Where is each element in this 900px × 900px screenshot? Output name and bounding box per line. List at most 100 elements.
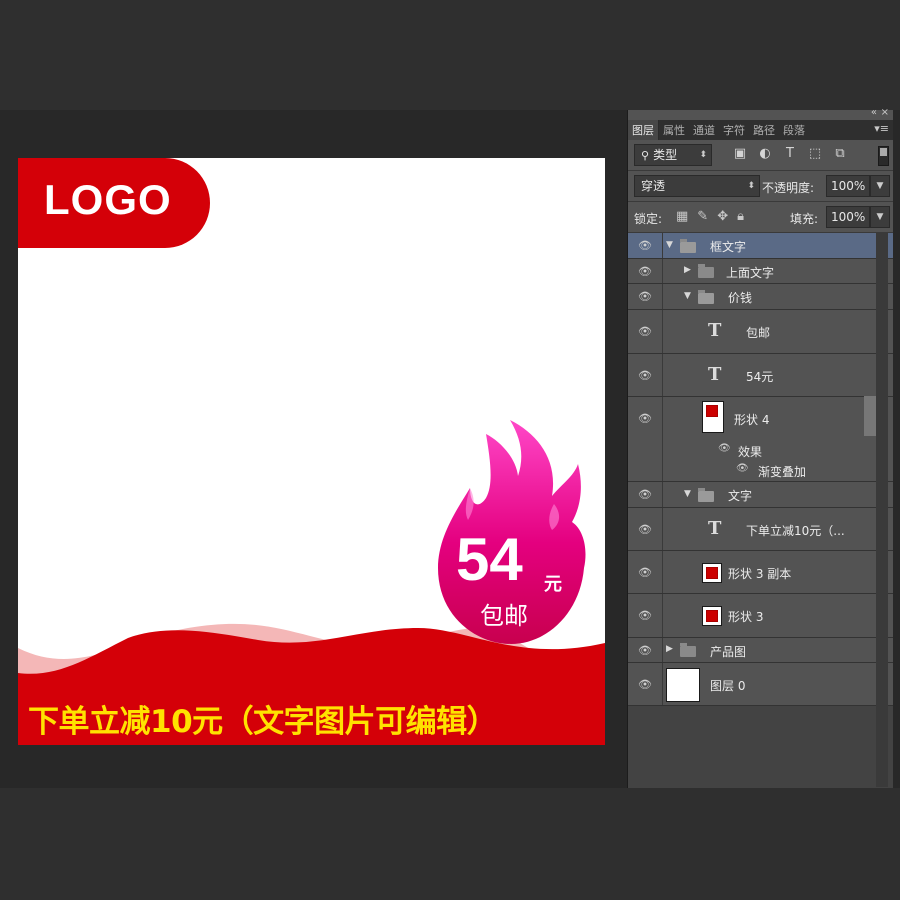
layer-name: 形状 4 <box>734 413 770 427</box>
filter-kind-select[interactable]: ⚲ 类型 ⬍ <box>634 144 712 166</box>
layer-row[interactable]: 👁︎ 形状 3 副本 <box>628 551 893 594</box>
collapse-triangle-icon[interactable]: ▶ <box>666 644 673 654</box>
expand-triangle-icon[interactable]: ▼ <box>684 291 691 301</box>
filter-row: ⚲ 类型 ⬍ ▣ ◐ T ⬚ ⧉ <box>628 140 893 171</box>
layer-row[interactable]: 👁︎ ▶ 上面文字 <box>628 259 893 284</box>
layer-name: 产品图 <box>710 645 747 659</box>
close-icon[interactable]: × <box>881 107 889 118</box>
shape-thumbnail <box>702 606 722 626</box>
layer-row[interactable]: 👁︎ ▼ 价钱 <box>628 284 893 310</box>
blend-mode-label: 穿透 <box>641 179 666 193</box>
lock-row: 锁定: ▦ ✎ ✥ 🔒︎ 填充: 100% ▼ <box>628 202 893 233</box>
layer-row[interactable]: 👁︎ ▼ 文字 <box>628 482 893 508</box>
tab-paths[interactable]: 路径 <box>749 120 779 140</box>
blend-mode-select[interactable]: 穿透 ⬍ <box>634 175 760 197</box>
layer-row[interactable]: 👁︎ 形状 4 fx <box>628 397 893 440</box>
price-number: 54 <box>456 526 523 593</box>
visibility-eye-icon[interactable]: 👁︎ <box>628 233 663 258</box>
opacity-input[interactable]: 100% <box>826 175 870 197</box>
folder-icon <box>698 290 714 304</box>
layer-row[interactable]: 👁︎ T 下单立减10元（... <box>628 508 893 551</box>
effects-row[interactable]: 👁︎ 效果 <box>628 440 893 460</box>
price-unit: 元 <box>544 574 562 595</box>
layer-name: 下单立减10元（... <box>746 524 845 538</box>
layers-scrollbar[interactable] <box>876 233 888 787</box>
tab-channels[interactable]: 通道 <box>689 120 719 140</box>
fill-label: 填充: <box>790 212 819 226</box>
text-layer-icon: T <box>708 320 722 341</box>
folder-icon <box>698 488 714 502</box>
eye-spacer <box>628 440 663 460</box>
pixel-filter-icon[interactable]: ▣ <box>732 146 748 161</box>
eye-spacer <box>628 460 663 481</box>
shape-filter-icon[interactable]: ⬚ <box>807 146 823 161</box>
folder-icon <box>698 264 714 278</box>
panel-tabs: 图层 属性 通道 字符 路径 段落 ▾≡ <box>628 120 893 140</box>
logo-text: LOGO <box>44 176 172 223</box>
updown-arrow-icon: ⬍ <box>747 181 755 191</box>
layers-panel: « × 图层 属性 通道 字符 路径 段落 ▾≡ ⚲ 类型 ⬍ ▣ ◐ T ⬚ ⧉… <box>627 107 893 788</box>
tab-layers[interactable]: 图层 <box>628 120 659 140</box>
visibility-eye-icon[interactable]: 👁︎ <box>628 284 663 309</box>
lock-brush-icon[interactable]: ✎ <box>697 209 708 224</box>
effect-item-label: 渐变叠加 <box>758 465 807 479</box>
layer-row[interactable]: 👁︎ 形状 3 <box>628 594 893 638</box>
tab-character[interactable]: 字符 <box>719 120 749 140</box>
panel-menu-icon[interactable]: ▾≡ <box>874 122 889 135</box>
visibility-eye-icon[interactable]: 👁︎ <box>628 508 663 550</box>
effects-label: 效果 <box>738 445 763 459</box>
filter-toggle[interactable] <box>878 146 889 166</box>
effect-eye-icon[interactable]: 👁︎ <box>736 463 749 474</box>
layer-row[interactable]: 👁︎ T 54元 <box>628 354 893 397</box>
blend-row: 穿透 ⬍ 不透明度: 100% ▼ <box>628 171 893 202</box>
tab-properties[interactable]: 属性 <box>659 120 689 140</box>
opacity-label: 不透明度: <box>762 181 815 195</box>
layer-name: 54元 <box>746 370 774 384</box>
lock-icons: ▦ ✎ ✥ 🔒︎ <box>676 209 744 224</box>
layer-row[interactable]: 👁︎ ▼ 框文字 <box>628 233 893 259</box>
panel-header-bar: « × <box>628 107 893 120</box>
expand-triangle-icon[interactable]: ▼ <box>684 489 691 499</box>
text-layer-icon: T <box>708 518 722 539</box>
fill-input[interactable]: 100% <box>826 206 870 228</box>
fill-dropdown[interactable]: ▼ <box>870 206 890 228</box>
filter-icons: ▣ ◐ T ⬚ ⧉ <box>732 146 848 161</box>
opacity-dropdown[interactable]: ▼ <box>870 175 890 197</box>
layers-scroll-thumb[interactable] <box>864 396 876 436</box>
shape-thumbnail <box>702 401 724 433</box>
layer-row[interactable]: 👁︎ T 包邮 <box>628 310 893 354</box>
visibility-eye-icon[interactable]: 👁︎ <box>628 663 663 705</box>
lock-all-icon[interactable]: 🔒︎ <box>737 209 744 224</box>
smart-object-filter-icon[interactable]: ⧉ <box>832 146 848 161</box>
lock-transparency-icon[interactable]: ▦ <box>676 209 688 224</box>
effect-item-row[interactable]: 👁︎ 渐变叠加 <box>628 460 893 482</box>
collapse-icon[interactable]: « <box>871 107 877 118</box>
visibility-eye-icon[interactable]: 👁︎ <box>628 482 663 507</box>
document-canvas[interactable]: LOGO 54 元 包邮 下单立减10元（文字图片可编辑） <box>18 158 605 745</box>
adjustment-filter-icon[interactable]: ◐ <box>757 146 773 161</box>
search-icon: ⚲ <box>641 149 650 162</box>
layer-row[interactable]: 👁︎ ▶ 产品图 <box>628 638 893 663</box>
visibility-eye-icon[interactable]: 👁︎ <box>628 310 663 353</box>
layer-thumbnail <box>666 668 700 702</box>
visibility-eye-icon[interactable]: 👁︎ <box>628 638 663 662</box>
layer-name: 包邮 <box>746 326 771 340</box>
layer-name: 图层 0 <box>710 679 746 693</box>
visibility-eye-icon[interactable]: 👁︎ <box>628 551 663 593</box>
visibility-eye-icon[interactable]: 👁︎ <box>628 397 663 440</box>
effects-eye-icon[interactable]: 👁︎ <box>718 443 731 454</box>
layer-name: 形状 3 <box>728 610 764 624</box>
text-filter-icon[interactable]: T <box>782 146 798 161</box>
tab-paragraph[interactable]: 段落 <box>779 120 809 140</box>
layer-row[interactable]: 👁︎ 图层 0 <box>628 663 893 706</box>
shape-thumbnail <box>702 563 722 583</box>
layer-list: 👁︎ ▼ 框文字 👁︎ ▶ 上面文字 👁︎ ▼ 价钱 👁︎ T 包邮 👁︎ T … <box>628 233 893 706</box>
lock-position-icon[interactable]: ✥ <box>717 209 728 224</box>
expand-triangle-icon[interactable]: ▼ <box>666 240 673 250</box>
collapse-triangle-icon[interactable]: ▶ <box>684 265 691 275</box>
visibility-eye-icon[interactable]: 👁︎ <box>628 259 663 283</box>
filter-kind-label: 类型 <box>653 148 678 162</box>
promo-text: 下单立减10元（文字图片可编辑） <box>28 704 498 740</box>
visibility-eye-icon[interactable]: 👁︎ <box>628 594 663 637</box>
visibility-eye-icon[interactable]: 👁︎ <box>628 354 663 396</box>
